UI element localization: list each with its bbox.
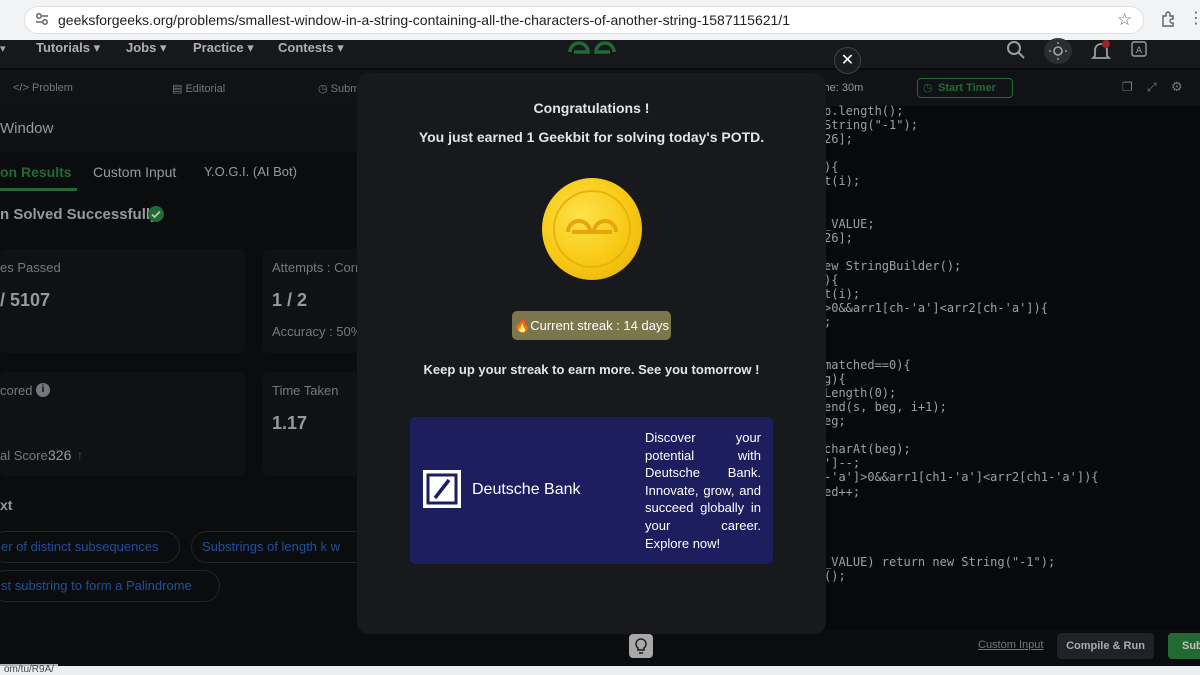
ad-brand: Deutsche Bank	[472, 481, 581, 498]
extensions-icon[interactable]	[1160, 10, 1178, 32]
ad-text: Discover your potential with Deutsche Ba…	[645, 430, 761, 551]
site-info-icon[interactable]	[34, 11, 50, 31]
deutsche-bank-logo-icon	[423, 470, 461, 508]
modal-title: Congratulations !	[533, 100, 650, 116]
keep-up-text: Keep up your streak to earn more. See yo…	[423, 362, 760, 377]
close-icon[interactable]: ✕	[834, 47, 861, 74]
modal-subtitle: You just earned 1 Geekbit for solving to…	[418, 129, 765, 145]
url-text: geeksforgeeks.org/problems/smallest-wind…	[58, 12, 790, 28]
flame-icon: 🔥	[514, 318, 531, 333]
geekbit-coin-icon	[542, 178, 642, 280]
more-menu-icon[interactable]: ⋮	[1188, 8, 1200, 28]
browser-status-bar	[0, 666, 1200, 675]
streak-badge: 🔥Current streak : 14 days	[512, 311, 671, 340]
bookmark-star-icon[interactable]: ☆	[1117, 10, 1132, 30]
